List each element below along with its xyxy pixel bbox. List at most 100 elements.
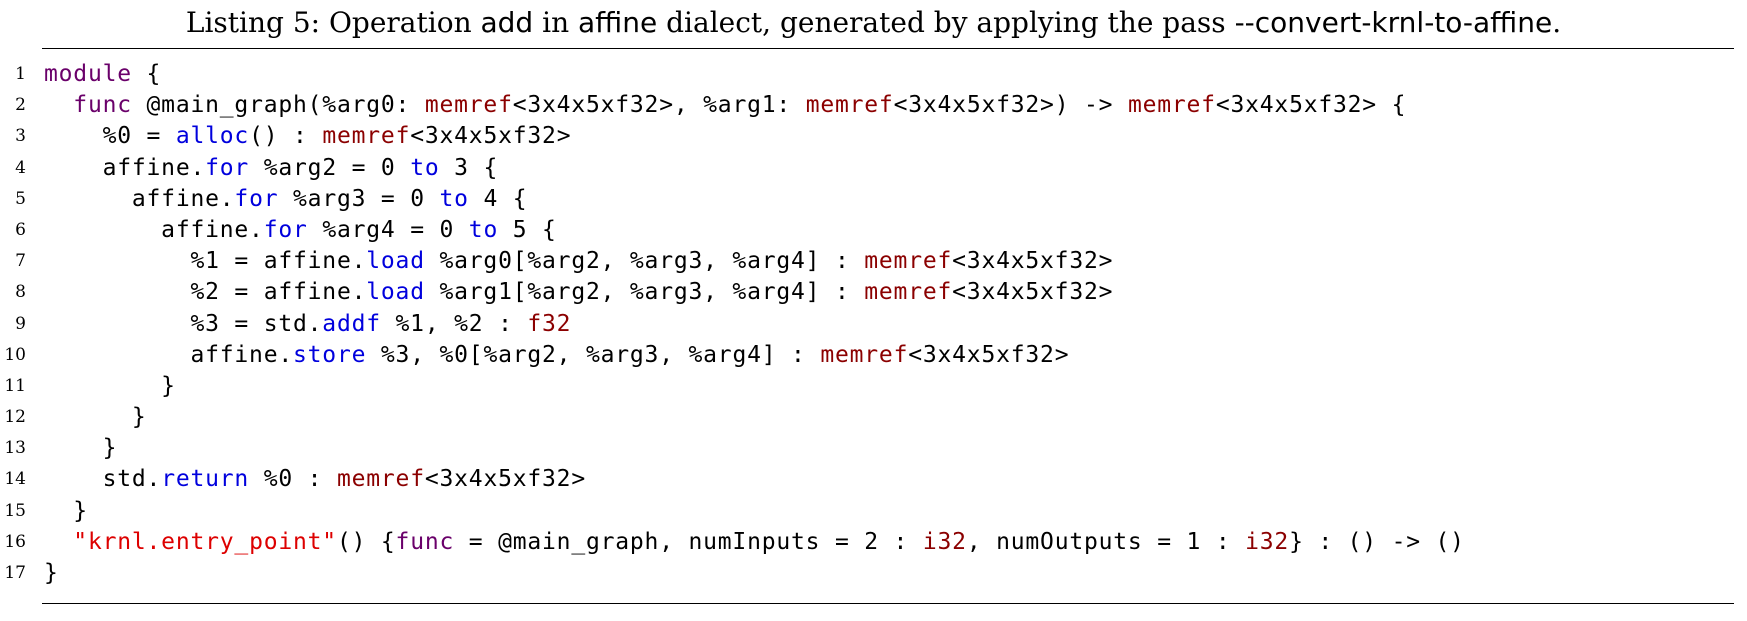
top-rule <box>42 48 1734 49</box>
token: <3x4x5xf32> <box>908 341 1070 368</box>
token-ty: f32 <box>527 310 572 337</box>
token: () : <box>249 123 323 150</box>
token-ty: i32 <box>1245 528 1290 555</box>
code-text: std.return %0 : memref<3x4x5xf32> <box>44 464 586 495</box>
token-fn: to <box>410 154 440 181</box>
token: 5 { <box>498 216 557 243</box>
caption-mid: in <box>533 6 579 39</box>
token-str: "krnl.entry_point" <box>73 528 337 555</box>
token: , numOutputs = 1 : <box>966 528 1246 555</box>
caption-pass-name: --convert-krnl-to-affine <box>1234 6 1553 39</box>
caption-suffix: dialect, generated by applying the pass <box>657 6 1235 39</box>
line-number: 13 <box>4 438 26 459</box>
token-fn: load <box>366 279 425 306</box>
token-ty: memref <box>805 92 894 119</box>
token-fn: return <box>161 466 250 493</box>
token-fn: to <box>468 216 499 243</box>
line-number: 5 <box>15 188 26 209</box>
line-number: 8 <box>15 282 26 303</box>
token-kw: func <box>73 92 132 119</box>
code-text: func @main_graph(%arg0: memref<3x4x5xf32… <box>44 90 1406 121</box>
listing-caption: Listing 5: Operation add in affine diale… <box>0 6 1747 39</box>
token: %1, %2 : <box>380 310 528 337</box>
token: } <box>44 404 147 431</box>
code-line: 8 %2 = affine.load %arg1[%arg2, %arg3, %… <box>0 277 1747 308</box>
token-ty: memref <box>322 123 411 150</box>
token-fn: store <box>293 341 367 368</box>
token-ty: memref <box>336 466 425 493</box>
line-number: 14 <box>4 469 26 490</box>
token: affine. <box>44 154 206 181</box>
code-text: "krnl.entry_point"() {func = @main_graph… <box>44 527 1465 558</box>
token-fn: addf <box>322 310 381 337</box>
code-text: %0 = alloc() : memref<3x4x5xf32> <box>44 121 571 152</box>
token-ty: memref <box>1127 92 1216 119</box>
token: %arg2 = 0 <box>249 154 411 181</box>
token: <3x4x5xf32>) -> <box>893 92 1128 119</box>
line-number: 2 <box>15 95 26 116</box>
code-text: affine.store %3, %0[%arg2, %arg3, %arg4]… <box>44 340 1069 371</box>
line-number: 12 <box>4 407 26 428</box>
code-text: affine.for %arg2 = 0 to 3 { <box>44 153 498 184</box>
line-number: 7 <box>15 251 26 272</box>
code-line: 16 "krnl.entry_point"() {func = @main_gr… <box>0 527 1747 558</box>
token: %0 : <box>249 466 337 493</box>
line-number: 17 <box>4 563 26 583</box>
caption-dialect: affine <box>578 6 658 39</box>
line-number: 1 <box>15 64 26 84</box>
code-text: %2 = affine.load %arg1[%arg2, %arg3, %ar… <box>44 277 1113 308</box>
token: <3x4x5xf32> <box>424 466 586 493</box>
line-number: 9 <box>15 313 26 334</box>
token: %0 = <box>44 123 176 150</box>
line-number: 16 <box>4 531 26 552</box>
token: affine. <box>44 185 235 212</box>
code-line: 13 } <box>0 433 1747 464</box>
token-ty: memref <box>424 92 513 119</box>
token-ty: memref <box>820 341 909 368</box>
code-line: 1 module { <box>0 59 1747 90</box>
code-text: module { <box>44 59 161 90</box>
code-text: %1 = affine.load %arg0[%arg2, %arg3, %ar… <box>44 246 1113 277</box>
code-line: 12 } <box>0 402 1747 433</box>
token-ty: memref <box>864 279 953 306</box>
token-fn: for <box>205 154 250 181</box>
token-ty: memref <box>864 248 953 275</box>
code-line: 5 affine.for %arg3 = 0 to 4 { <box>0 184 1747 215</box>
code-line: 15 } <box>0 496 1747 527</box>
code-text: %3 = std.addf %1, %2 : f32 <box>44 309 571 340</box>
code-text: } <box>44 402 147 433</box>
code-line: 6 affine.for %arg4 = 0 to 5 { <box>0 215 1747 246</box>
code-line: 3 %0 = alloc() : memref<3x4x5xf32> <box>0 121 1747 152</box>
token: 3 { <box>439 154 499 181</box>
code-line: 7 %1 = affine.load %arg0[%arg2, %arg3, %… <box>0 246 1747 277</box>
line-number: 15 <box>4 500 26 521</box>
token-fn: load <box>366 248 425 275</box>
line-number: 11 <box>4 375 26 396</box>
token: <3x4x5xf32> <box>410 123 572 150</box>
token: } : () -> () <box>1289 528 1465 555</box>
code-line: 14 std.return %0 : memref<3x4x5xf32> <box>0 464 1747 495</box>
code-listing: 1 module {2 func @main_graph(%arg0: memre… <box>0 59 1747 589</box>
code-line: 10 affine.store %3, %0[%arg2, %arg3, %ar… <box>0 340 1747 371</box>
code-line: 11 } <box>0 371 1747 402</box>
token: %1 = affine. <box>44 248 367 275</box>
code-text: } <box>44 371 176 402</box>
line-number: 3 <box>15 126 26 147</box>
code-line: 2 func @main_graph(%arg0: memref<3x4x5xf… <box>0 90 1747 121</box>
token: () { <box>336 528 396 555</box>
token-fn: alloc <box>175 123 250 150</box>
bottom-rule <box>42 603 1734 604</box>
code-text: } <box>44 558 59 589</box>
token: } <box>44 497 88 524</box>
token: affine. <box>44 216 264 243</box>
token-fn: to <box>439 185 469 212</box>
token: @main_graph(%arg0: <box>131 92 425 119</box>
token: %3 = std. <box>44 310 323 337</box>
token: %2 = affine. <box>44 279 367 306</box>
code-text: } <box>44 433 117 464</box>
token-kw: module <box>44 61 132 87</box>
token: affine. <box>44 341 294 368</box>
code-line: 17} <box>0 558 1747 589</box>
line-number: 10 <box>4 344 26 365</box>
